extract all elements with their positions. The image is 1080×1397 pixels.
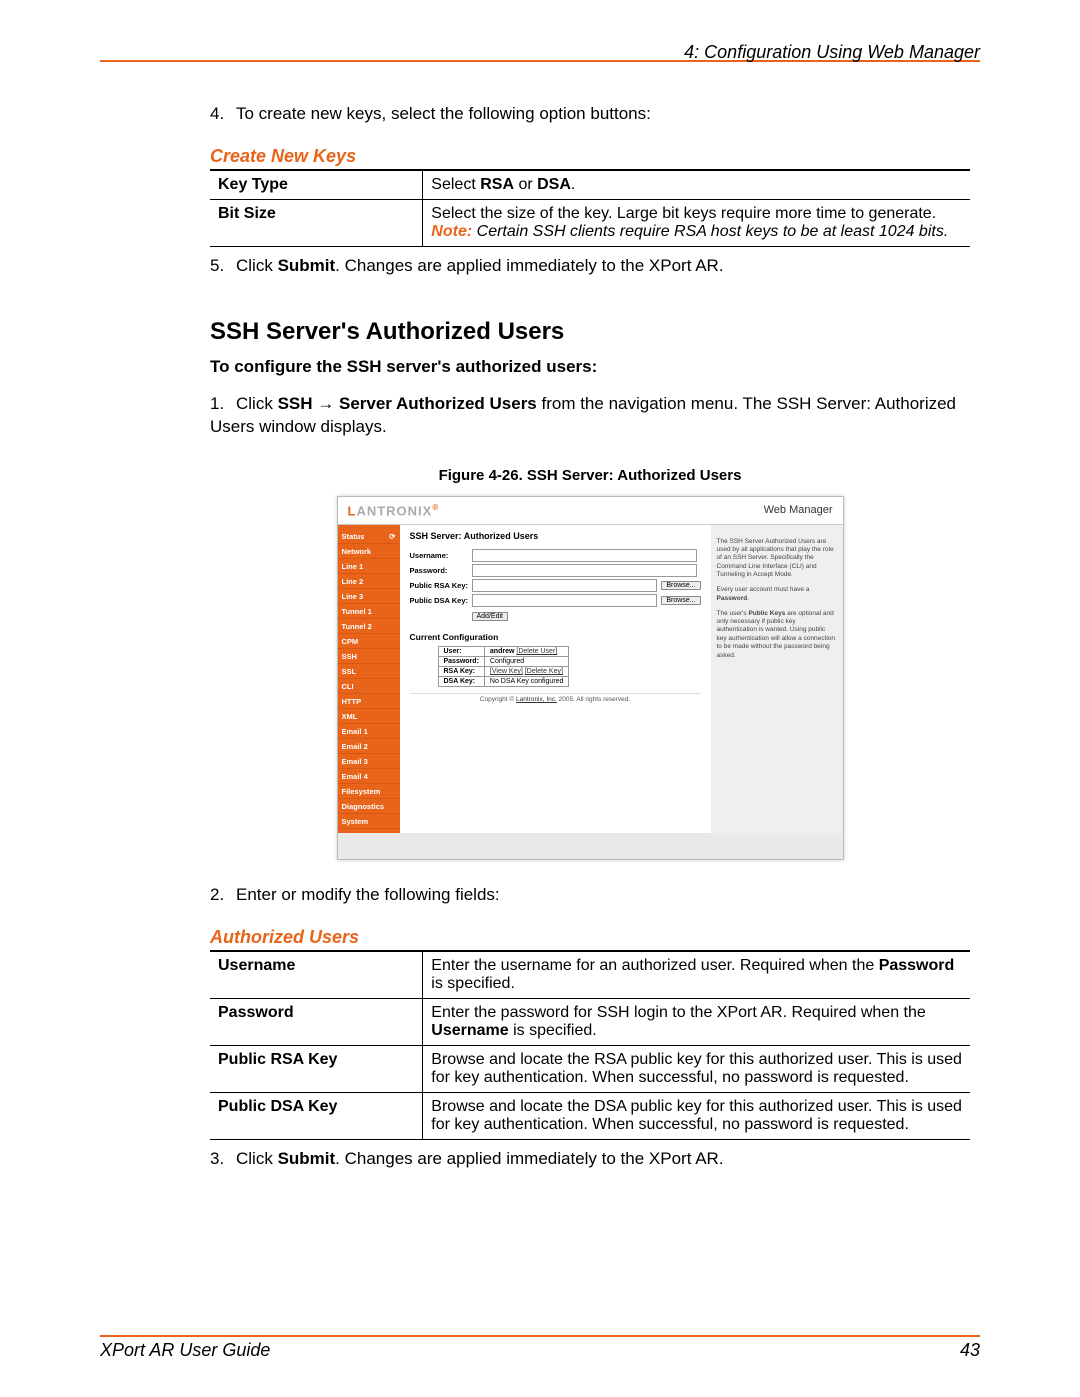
help-p2: Every user account must have a Password. (717, 586, 837, 603)
nav-cli[interactable]: CLI (338, 679, 400, 694)
authorized-users-heading: Authorized Users (210, 927, 970, 951)
ssh-intro: To configure the SSH server's authorized… (210, 356, 970, 379)
nav-line3[interactable]: Line 3 (338, 589, 400, 604)
footer-left: XPort AR User Guide (100, 1340, 270, 1361)
nav-status[interactable]: Status⟳ (338, 529, 400, 544)
nav-tunnel2[interactable]: Tunnel 2 (338, 619, 400, 634)
nav-cpm[interactable]: CPM (338, 634, 400, 649)
screenshot-copyright: Copyright © Lantronix, Inc. 2005. All ri… (410, 693, 701, 703)
step-3: 3.Click Submit. Changes are applied imme… (210, 1148, 970, 1171)
username-label: Username: (410, 551, 472, 560)
screenshot-nav: Status⟳ Network Line 1 Line 2 Line 3 Tun… (338, 525, 400, 833)
nav-line1[interactable]: Line 1 (338, 559, 400, 574)
help-p3: The user's Public Keys are optional and … (717, 610, 837, 661)
nav-ssh[interactable]: SSH (338, 649, 400, 664)
lantronix-link[interactable]: Lantronix, Inc. (516, 696, 557, 703)
step-1: 1.Click SSH → Server Authorized Users fr… (210, 393, 970, 439)
create-new-keys-heading: Create New Keys (210, 146, 970, 170)
step-4: 4.To create new keys, select the followi… (210, 103, 970, 126)
nav-email3[interactable]: Email 3 (338, 754, 400, 769)
nav-system[interactable]: System (338, 814, 400, 829)
username-input[interactable] (472, 549, 697, 562)
nav-tunnel1[interactable]: Tunnel 1 (338, 604, 400, 619)
au-dsa-v: Browse and locate the DSA public key for… (423, 1092, 970, 1139)
au-password-v: Enter the password for SSH login to the … (423, 998, 970, 1045)
browse-rsa-button[interactable]: Browse... (661, 581, 700, 590)
password-input[interactable] (472, 564, 697, 577)
browse-dsa-button[interactable]: Browse... (661, 596, 700, 605)
nav-filesystem[interactable]: Filesystem (338, 784, 400, 799)
au-rsa-v: Browse and locate the RSA public key for… (423, 1045, 970, 1092)
refresh-icon[interactable]: ⟳ (389, 532, 395, 541)
dsa-key-input[interactable] (472, 594, 658, 607)
au-username-v: Enter the username for an authorized use… (423, 951, 970, 998)
delete-key-link[interactable]: [Delete Key] (525, 668, 563, 675)
screenshot-help-panel: The SSH Server Authorized Users are used… (711, 525, 843, 833)
nav-ssl[interactable]: SSL (338, 664, 400, 679)
dsa-key-label: Public DSA Key: (410, 596, 472, 605)
delete-user-link[interactable]: [Delete User] (516, 648, 557, 655)
bit-size-label: Bit Size (210, 199, 423, 246)
nav-network[interactable]: Network (338, 544, 400, 559)
add-edit-button[interactable]: Add/Edit (472, 612, 508, 621)
au-password-k: Password (210, 998, 423, 1045)
nav-email1[interactable]: Email 1 (338, 724, 400, 739)
create-keys-table: Key Type Select RSA or DSA. Bit Size Sel… (210, 170, 970, 247)
nav-email2[interactable]: Email 2 (338, 739, 400, 754)
nav-line2[interactable]: Line 2 (338, 574, 400, 589)
rsa-key-label: Public RSA Key: (410, 581, 472, 590)
step-5: 5.Click Submit. Changes are applied imme… (210, 255, 970, 278)
step-4-text: To create new keys, select the following… (236, 104, 651, 123)
ssh-authorized-users-heading: SSH Server's Authorized Users (210, 318, 970, 346)
view-key-link[interactable]: [View Key] (490, 668, 523, 675)
nav-email4[interactable]: Email 4 (338, 769, 400, 784)
current-config-table: User:andrew [Delete User] Password:Confi… (438, 646, 570, 687)
screenshot-title: SSH Server: Authorized Users (410, 531, 701, 541)
screenshot-web-manager: LANTRONIX® Web Manager Status⟳ Network L… (337, 496, 844, 860)
key-type-desc: Select RSA or DSA. (423, 170, 970, 199)
help-p1: The SSH Server Authorized Users are used… (717, 538, 837, 580)
password-label: Password: (410, 566, 472, 575)
key-type-label: Key Type (210, 170, 423, 199)
authorized-users-table: Username Enter the username for an autho… (210, 951, 970, 1140)
screenshot-main: SSH Server: Authorized Users Username: P… (400, 525, 711, 833)
nav-diagnostics[interactable]: Diagnostics (338, 799, 400, 814)
page-header: 4: Configuration Using Web Manager (100, 42, 980, 63)
au-rsa-k: Public RSA Key (210, 1045, 423, 1092)
lantronix-logo: LANTRONIX® (348, 503, 440, 518)
web-manager-label: Web Manager (764, 504, 833, 516)
figure-caption: Figure 4-26. SSH Server: Authorized User… (210, 467, 970, 484)
bit-size-desc: Select the size of the key. Large bit ke… (423, 199, 970, 246)
footer-page-number: 43 (960, 1340, 980, 1361)
nav-xml[interactable]: XML (338, 709, 400, 724)
current-config-heading: Current Configuration (410, 632, 701, 642)
step-2: 2.Enter or modify the following fields: (210, 884, 970, 907)
au-dsa-k: Public DSA Key (210, 1092, 423, 1139)
nav-http[interactable]: HTTP (338, 694, 400, 709)
au-username-k: Username (210, 951, 423, 998)
rsa-key-input[interactable] (472, 579, 658, 592)
